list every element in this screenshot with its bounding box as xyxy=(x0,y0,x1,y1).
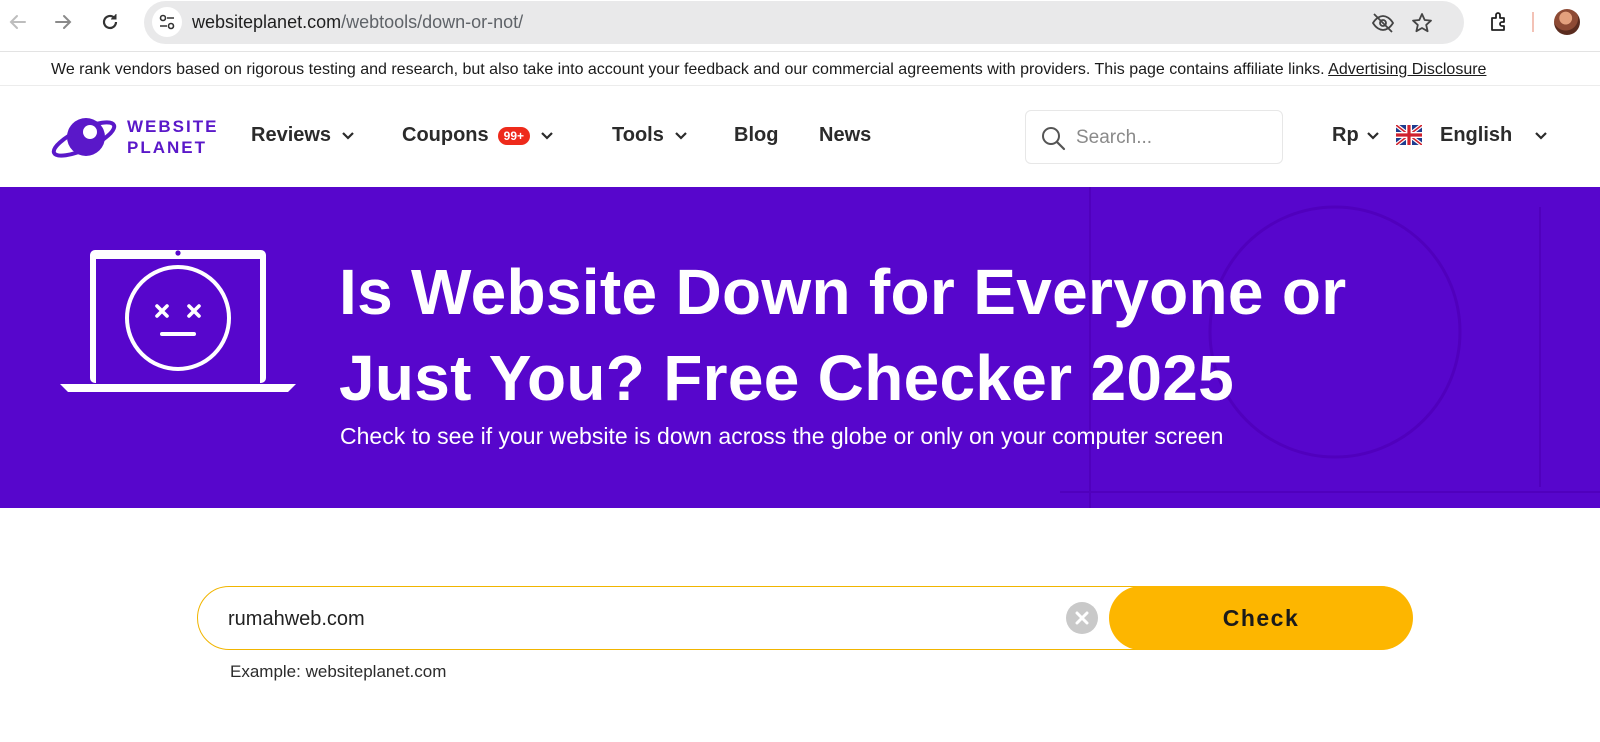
nav-news[interactable]: News xyxy=(819,124,871,147)
forward-arrow-icon[interactable] xyxy=(49,8,77,36)
url-text: websiteplanet.com/webtools/down-or-not/ xyxy=(192,12,524,32)
eye-off-icon[interactable] xyxy=(1371,11,1395,35)
logo-text: WEBSITE PLANET xyxy=(127,117,219,157)
website-planet-logo[interactable]: WEBSITE PLANET xyxy=(48,112,228,162)
site-search[interactable] xyxy=(1025,110,1283,164)
broken-laptop-icon xyxy=(60,250,296,392)
search-input[interactable] xyxy=(1076,123,1271,153)
address-bar[interactable]: websiteplanet.com/webtools/down-or-not/ xyxy=(144,1,1464,44)
advertising-disclosure-link[interactable]: Advertising Disclosure xyxy=(1328,61,1486,78)
star-icon[interactable] xyxy=(1410,11,1434,35)
clear-input-icon[interactable] xyxy=(1066,602,1098,634)
currency-selector[interactable]: Rp xyxy=(1332,124,1380,147)
hero-banner: Is Website Down for Everyone or Just You… xyxy=(0,187,1600,508)
language-selector[interactable]: English xyxy=(1440,124,1548,147)
down-checker-form: Check xyxy=(197,586,1413,650)
website-url-input[interactable] xyxy=(228,602,1048,636)
search-icon xyxy=(1040,125,1066,156)
reload-icon[interactable] xyxy=(96,8,124,36)
browser-toolbar: websiteplanet.com/webtools/down-or-not/ xyxy=(0,0,1600,52)
disclosure-bar: We rank vendors based on rigorous testin… xyxy=(0,53,1600,86)
back-arrow-icon[interactable] xyxy=(4,8,32,36)
disclosure-text: We rank vendors based on rigorous testin… xyxy=(51,61,1325,78)
site-info-icon[interactable] xyxy=(152,7,182,37)
nav-tools[interactable]: Tools xyxy=(612,124,688,147)
input-example-hint: Example: websiteplanet.com xyxy=(230,662,447,681)
check-button[interactable]: Check xyxy=(1109,586,1413,650)
coupons-count-badge: 99+ xyxy=(497,126,531,145)
chevron-down-icon xyxy=(540,124,554,147)
chevron-down-icon xyxy=(1366,124,1380,147)
nav-blog[interactable]: Blog xyxy=(734,124,778,147)
toolbar-divider xyxy=(1532,12,1534,32)
page-subtitle: Check to see if your website is down acr… xyxy=(340,423,1224,449)
planet-logo-icon xyxy=(51,118,117,158)
uk-flag-icon xyxy=(1396,125,1422,145)
profile-avatar[interactable] xyxy=(1554,9,1580,35)
page-title: Is Website Down for Everyone or Just You… xyxy=(339,256,1347,414)
extensions-icon[interactable] xyxy=(1485,8,1513,36)
chevron-down-icon xyxy=(1534,124,1548,147)
chevron-down-icon xyxy=(341,124,355,147)
chevron-down-icon xyxy=(674,124,688,147)
nav-coupons[interactable]: Coupons 99+ xyxy=(402,124,554,147)
site-header: WEBSITE PLANET Reviews Coupons 99+ Tools… xyxy=(0,87,1600,187)
nav-reviews[interactable]: Reviews xyxy=(251,124,355,147)
